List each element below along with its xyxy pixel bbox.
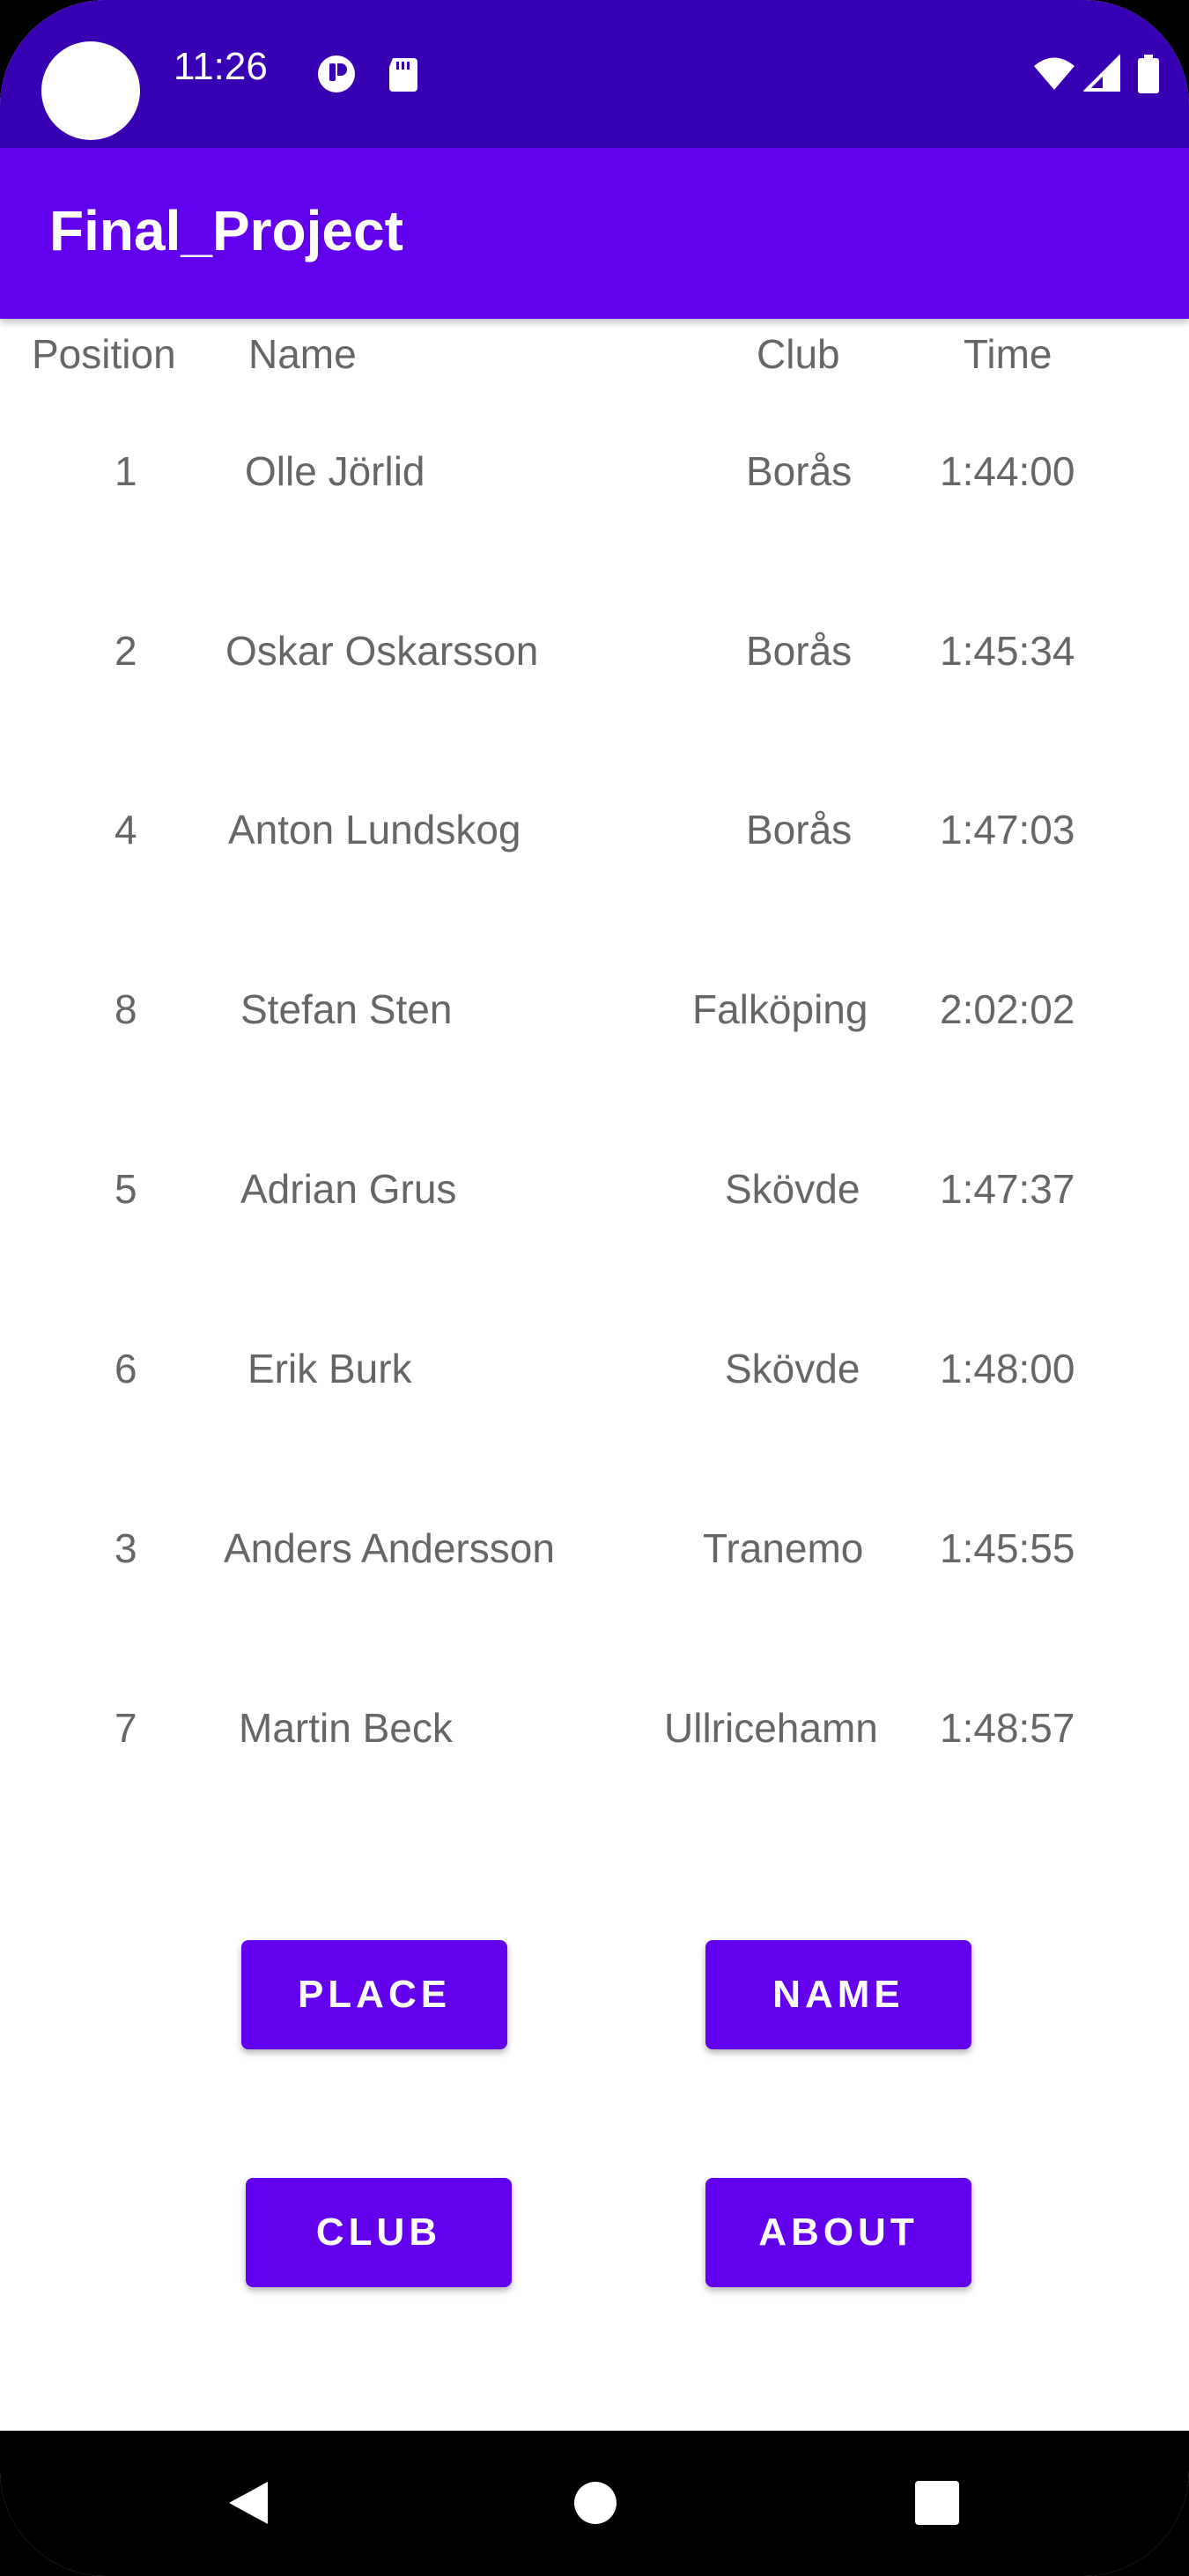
row-5-position: 5	[114, 1166, 137, 1212]
place-button[interactable]: PLACE	[241, 1940, 507, 2049]
header-time: Time	[964, 331, 1052, 377]
notification-app-icon	[317, 55, 356, 93]
back-icon[interactable]	[222, 2476, 275, 2529]
camera-cutout	[41, 41, 140, 140]
row-8-time: 1:48:57	[940, 1705, 1075, 1751]
row-3-club: Borås	[746, 807, 853, 853]
recents-icon[interactable]	[911, 2476, 964, 2529]
status-bar: 11:26	[0, 0, 1189, 148]
row-4-name: Stefan Sten	[240, 986, 453, 1032]
row-8-club: Ullricehamn	[664, 1705, 878, 1751]
row-3-name: Anton Lundskog	[228, 807, 521, 853]
wifi-icon	[1032, 55, 1076, 93]
row-1-time: 1:44:00	[940, 448, 1075, 494]
app-title: Final_Project	[49, 199, 403, 262]
header-club: Club	[757, 331, 840, 377]
row-2-name: Oskar Oskarsson	[225, 628, 539, 674]
about-button[interactable]: ABOUT	[705, 2178, 971, 2287]
row-3-time: 1:47:03	[940, 807, 1075, 853]
club-button[interactable]: CLUB	[246, 2178, 512, 2287]
row-7-time: 1:45:55	[940, 1525, 1075, 1571]
row-7-name: Anders Andersson	[224, 1525, 555, 1571]
row-2-club: Borås	[746, 628, 853, 674]
row-3-position: 4	[114, 807, 137, 853]
row-6-position: 6	[114, 1346, 137, 1391]
row-7-club: Tranemo	[703, 1525, 864, 1571]
row-1-position: 1	[114, 448, 137, 494]
app-screen: 11:26 Final_Project Position Name Club T…	[0, 0, 1189, 2576]
row-4-club: Falköping	[692, 986, 868, 1032]
row-5-time: 1:47:37	[940, 1166, 1075, 1212]
app-bar: Final_Project	[0, 148, 1189, 319]
status-time: 11:26	[174, 45, 268, 88]
row-2-position: 2	[114, 628, 137, 674]
header-position: Position	[32, 331, 176, 377]
battery-icon	[1136, 55, 1161, 93]
row-4-position: 8	[114, 986, 137, 1032]
row-6-name: Erik Burk	[247, 1346, 412, 1391]
row-8-position: 7	[114, 1705, 137, 1751]
row-6-time: 1:48:00	[940, 1346, 1075, 1391]
row-1-club: Borås	[746, 448, 853, 494]
row-7-position: 3	[114, 1525, 137, 1571]
header-name: Name	[248, 331, 357, 377]
row-5-name: Adrian Grus	[240, 1166, 457, 1212]
row-2-time: 1:45:34	[940, 628, 1075, 674]
row-4-time: 2:02:02	[940, 986, 1075, 1032]
sd-card-icon	[384, 55, 423, 93]
row-8-name: Martin Beck	[239, 1705, 453, 1751]
row-6-club: Skövde	[725, 1346, 860, 1391]
row-5-club: Skövde	[725, 1166, 860, 1212]
name-button[interactable]: NAME	[705, 1940, 971, 2049]
home-icon[interactable]	[569, 2476, 622, 2529]
row-1-name: Olle Jörlid	[245, 448, 425, 494]
signal-icon	[1083, 55, 1122, 93]
